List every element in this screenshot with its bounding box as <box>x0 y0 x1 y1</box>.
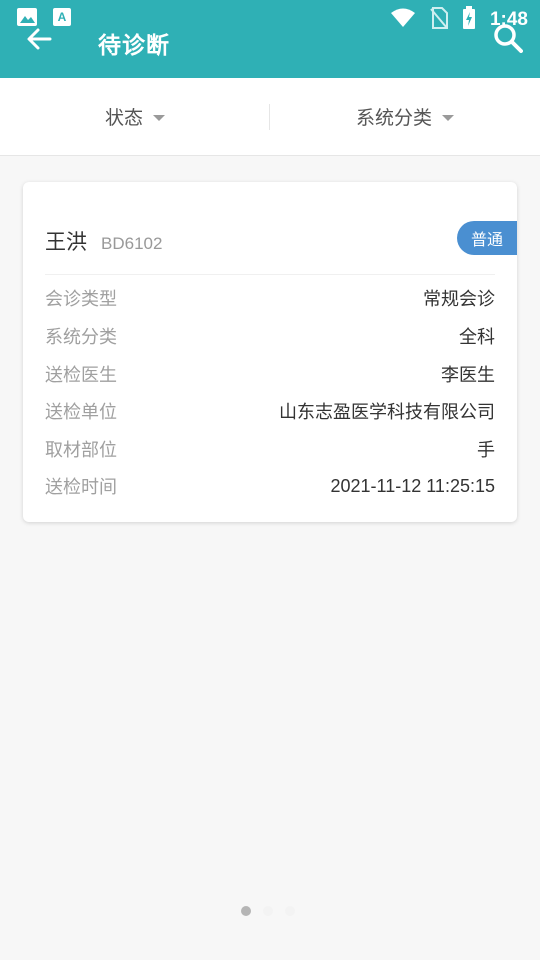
row-value: 李医生 <box>441 365 495 386</box>
row-value: 全科 <box>459 327 495 348</box>
row-label: 会诊类型 <box>45 289 117 310</box>
row-value: 山东志盈医学科技有限公司 <box>279 402 495 423</box>
back-button[interactable] <box>22 24 56 58</box>
battery-charging-icon <box>462 6 476 34</box>
filter-bar: 状态 系统分类 <box>0 78 540 156</box>
row-submit-time: 送检时间 2021-11-12 11:25:15 <box>45 471 495 501</box>
page-dot <box>285 906 295 916</box>
case-card[interactable]: 王洪 BD6102 普通 会诊类型 常规会诊 系统分类 全科 送检医生 李医生 … <box>23 182 517 522</box>
filter-status[interactable]: 状态 <box>0 78 270 155</box>
row-consult-type: 会诊类型 常规会诊 <box>45 283 495 313</box>
row-label: 送检时间 <box>45 477 117 498</box>
app-header: A 1:48 待诊断 <box>0 0 540 78</box>
arrow-left-icon <box>26 27 52 55</box>
row-institution: 送检单位 山东志盈医学科技有限公司 <box>45 396 495 426</box>
no-sim-icon <box>430 7 448 33</box>
row-doctor: 送检医生 李医生 <box>45 359 495 389</box>
card-header: 王洪 BD6102 <box>45 226 162 256</box>
row-specimen-site: 取材部位 手 <box>45 434 495 464</box>
row-label: 系统分类 <box>45 327 117 348</box>
page-title: 待诊断 <box>98 33 170 59</box>
svg-text:A: A <box>58 10 67 24</box>
filter-system-category[interactable]: 系统分类 <box>270 78 540 155</box>
page-indicator <box>241 906 295 916</box>
row-system-category: 系统分类 全科 <box>45 321 495 351</box>
caret-down-icon <box>442 114 454 121</box>
status-bar: A 1:48 <box>0 0 540 36</box>
row-value: 2021-11-12 11:25:15 <box>330 475 495 496</box>
caret-down-icon <box>153 114 165 121</box>
row-value: 手 <box>477 440 495 461</box>
row-label: 送检医生 <box>45 365 117 386</box>
patient-name: 王洪 <box>45 230 87 254</box>
filter-system-category-label: 系统分类 <box>355 107 432 129</box>
page-dot <box>241 906 251 916</box>
card-divider <box>45 274 495 275</box>
filter-divider <box>269 104 270 130</box>
search-button[interactable] <box>490 22 526 58</box>
row-label: 送检单位 <box>45 402 117 423</box>
patient-code: BD6102 <box>101 234 163 253</box>
row-label: 取材部位 <box>45 440 117 461</box>
priority-badge: 普通 <box>457 221 517 255</box>
row-value: 常规会诊 <box>423 289 495 310</box>
wifi-icon <box>390 8 416 32</box>
page-dot <box>263 906 273 916</box>
search-icon <box>493 23 523 57</box>
filter-status-label: 状态 <box>104 107 143 129</box>
